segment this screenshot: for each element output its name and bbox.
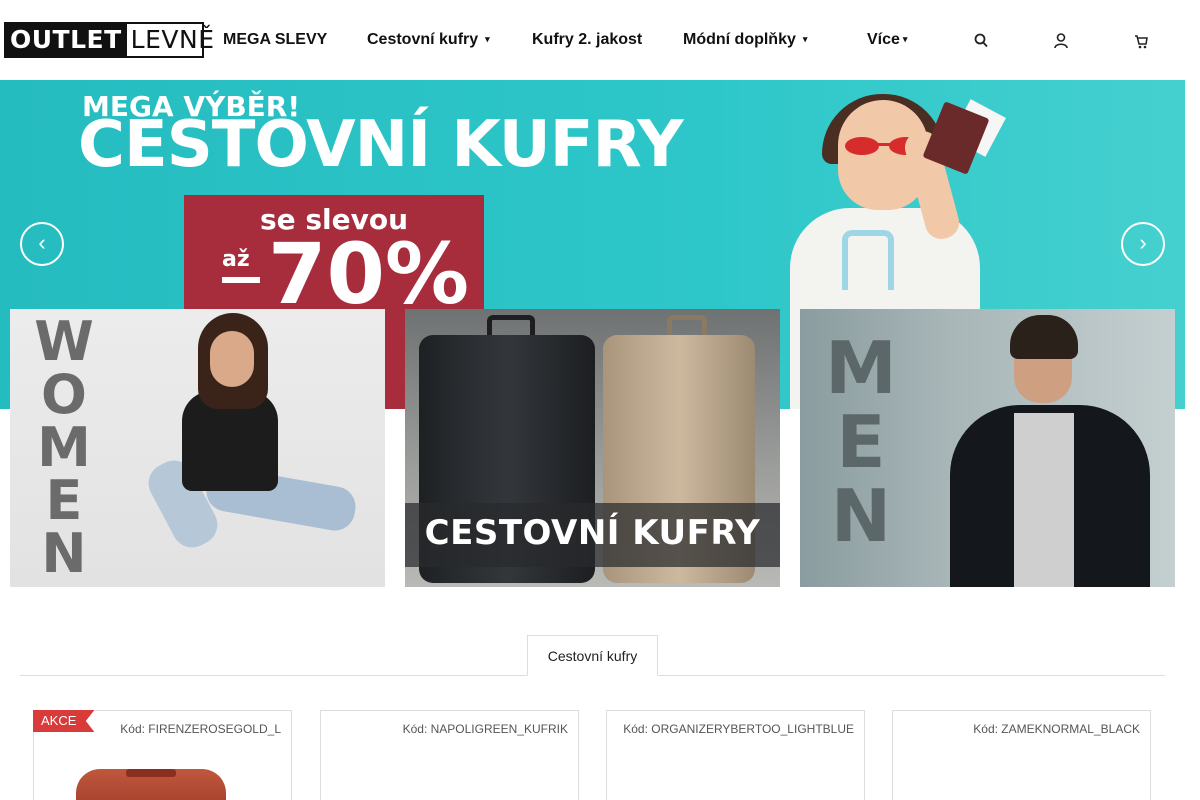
carousel-prev-button[interactable]: ‹: [20, 222, 64, 266]
chevron-down-icon: ▾: [902, 34, 908, 45]
category-tile-cestovni-kufry[interactable]: CESTOVNÍ KUFRY: [405, 309, 780, 587]
suitcase-handle: [487, 315, 535, 337]
chevron-right-icon: ›: [1139, 230, 1147, 255]
product-card[interactable]: Kód: ZAMEKNORMAL_BLACK: [892, 710, 1151, 800]
product-card[interactable]: Kód: NAPOLIGREEN_KUFRIK: [320, 710, 579, 800]
logo-part-outlet: OUTLET: [6, 24, 127, 56]
product-code: Kód: NAPOLIGREEN_KUFRIK: [402, 722, 568, 736]
category-tile-men[interactable]: M E N: [800, 309, 1175, 587]
model-shirt: [1014, 413, 1074, 587]
nav-label: Kufry 2. jakost: [532, 31, 643, 48]
men-letter: E: [836, 400, 886, 484]
site-logo[interactable]: OUTLET LEVNĚ: [4, 22, 214, 58]
chevron-left-icon: ‹: [38, 230, 46, 255]
nav-item-modni-doplnky[interactable]: Módní doplňky ▾: [683, 31, 807, 49]
carousel-next-button[interactable]: ›: [1121, 222, 1165, 266]
nav-item-vice[interactable]: Více ▾: [867, 31, 907, 49]
tab-cestovni-kufry[interactable]: Cestovní kufry: [527, 635, 658, 676]
product-image-handle: [126, 769, 176, 777]
women-letter: N: [41, 522, 87, 585]
user-icon[interactable]: [1054, 32, 1068, 50]
cart-icon[interactable]: [1134, 32, 1148, 50]
women-letter: O: [41, 363, 87, 426]
women-letter: W: [34, 310, 94, 373]
product-code: Kód: ORGANIZERYBERTOO_LIGHTBLUE: [623, 722, 854, 736]
product-card[interactable]: AKCE Kód: FIRENZEROSEGOLD_L: [33, 710, 292, 800]
nav-label: Cestovní kufry: [367, 31, 479, 48]
nav-label: Módní doplňky: [683, 31, 796, 48]
nav-label: Více: [867, 31, 900, 48]
search-icon[interactable]: [974, 32, 988, 50]
nav-item-cestovni-kufry[interactable]: Cestovní kufry ▾: [367, 31, 490, 49]
model-hair: [1010, 315, 1078, 359]
women-letter: M: [37, 416, 91, 479]
chevron-down-icon: ▾: [802, 34, 808, 45]
sale-badge: AKCE: [33, 710, 95, 732]
women-letter: E: [45, 469, 83, 532]
nav-item-kufry-2-jakost[interactable]: Kufry 2. jakost: [532, 31, 642, 49]
men-letter: M: [825, 326, 897, 410]
suitcase-handle: [667, 315, 707, 337]
banner-headline: CESTOVNÍ KUFRY: [78, 108, 684, 182]
product-card[interactable]: Kód: ORGANIZERYBERTOO_LIGHTBLUE: [606, 710, 865, 800]
tile-label-kufry: CESTOVNÍ KUFRY: [424, 513, 761, 553]
product-code: Kód: ZAMEKNORMAL_BLACK: [973, 722, 1140, 736]
nav-item-mega-slevy[interactable]: MEGA SLEVY: [223, 31, 327, 49]
men-letter: N: [830, 474, 892, 558]
nav-label: MEGA SLEVY: [223, 31, 328, 48]
women-vertical-text: W O M E N: [28, 310, 100, 585]
site-header: OUTLET LEVNĚ MEGA SLEVY Cestovní kufry ▾ …: [0, 0, 1185, 80]
logo-part-levne: LEVNĚ: [130, 25, 215, 54]
category-tile-women[interactable]: W O M E N: [10, 309, 385, 587]
promo-dash: [222, 277, 260, 283]
suitcase-handle-graphic: [842, 230, 894, 290]
promo-line2: až: [222, 247, 250, 272]
men-vertical-text: M E N: [822, 331, 900, 553]
product-code: Kód: FIRENZEROSEGOLD_L: [120, 722, 281, 736]
model-face: [210, 331, 254, 387]
chevron-down-icon: ▾: [485, 34, 490, 45]
